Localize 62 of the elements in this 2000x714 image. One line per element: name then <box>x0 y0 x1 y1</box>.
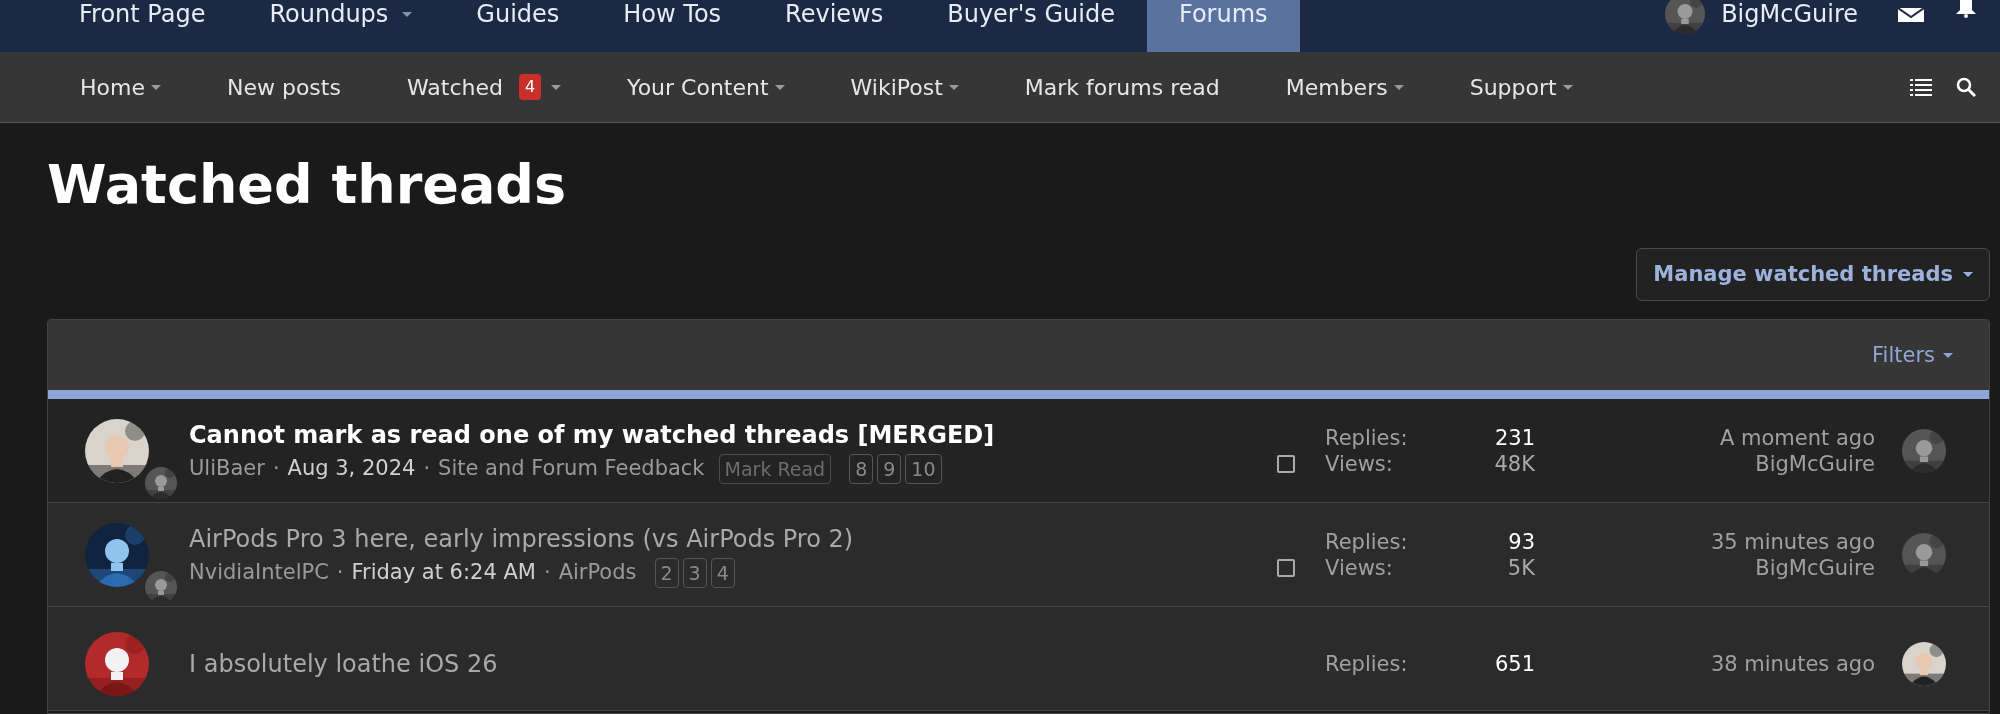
last-post-time: A moment ago <box>1719 424 1875 451</box>
post-date: Aug 3, 2024 <box>287 455 416 483</box>
separator: · <box>271 455 281 483</box>
bell-icon[interactable] <box>1956 0 1976 18</box>
author-link[interactable]: NvidiaIntelPC <box>189 557 329 589</box>
page-title: Watched threads <box>47 153 568 218</box>
stat-label: Replies: <box>1325 424 1409 451</box>
last-post-time: 38 minutes ago <box>1709 650 1875 677</box>
post-date: Friday at 6:24 AM <box>351 559 536 587</box>
stat-value: 231 <box>1493 424 1535 451</box>
nav-link[interactable]: Support <box>1436 52 1606 122</box>
page-link[interactable]: 8 <box>849 453 874 485</box>
filters-button[interactable]: Filters <box>1866 338 1959 373</box>
nav-tab[interactable]: Buyer's Guide <box>915 0 1147 52</box>
stat-value: 93 <box>1507 528 1535 555</box>
count-badge: 4 <box>518 74 542 100</box>
stat-value: 48K <box>1493 450 1535 478</box>
author-link[interactable]: UliBaer <box>189 453 265 485</box>
separator: · <box>335 559 345 587</box>
stat-value: 5K <box>1506 554 1535 582</box>
nav-link[interactable]: Mark forums read <box>991 52 1253 122</box>
mail-icon[interactable] <box>1898 8 1924 22</box>
page-link[interactable]: 4 <box>710 557 735 589</box>
stat-value: 651 <box>1493 650 1535 677</box>
nav-tab[interactable]: Roundups <box>237 0 445 52</box>
user-link[interactable]: BigMcGuire <box>1721 2 1858 26</box>
stat-label: Views: <box>1325 450 1394 478</box>
list-icon[interactable] <box>1910 78 1932 96</box>
nav-tab[interactable]: Forums <box>1146 0 1300 52</box>
last-post-time: 35 minutes ago <box>1709 528 1875 555</box>
caret-icon <box>1963 272 1973 278</box>
forum-link[interactable]: AirPods <box>558 557 637 589</box>
nav-link[interactable]: Members <box>1252 52 1437 122</box>
nav-tab[interactable]: Reviews <box>753 0 916 52</box>
manage-button[interactable]: Manage watched threads <box>1636 247 1990 302</box>
stat-label: Views: <box>1325 554 1394 582</box>
checkbox[interactable] <box>1277 558 1295 577</box>
page-link[interactable]: 9 <box>877 453 902 485</box>
last-poster-link[interactable]: BigMcGuire <box>1545 450 1875 478</box>
nav-link[interactable]: Your Content <box>594 52 818 122</box>
thread-title[interactable]: I absolutely loathe iOS 26 <box>189 645 1277 682</box>
last-poster-link[interactable]: BigMcGuire <box>1545 554 1875 582</box>
thread-title[interactable]: Cannot mark as read one of my watched threads [MERGED] <box>189 417 1277 454</box>
page-link[interactable]: 2 <box>654 557 679 589</box>
nav-link[interactable]: Home <box>47 52 194 122</box>
page-link[interactable]: 3 <box>682 557 707 589</box>
separator: · <box>542 559 552 587</box>
search-icon[interactable] <box>1956 77 1976 97</box>
nav-link[interactable]: Watched 4 <box>373 52 595 122</box>
stat-label: Replies: <box>1325 528 1409 555</box>
checkbox[interactable] <box>1277 454 1295 473</box>
separator: · <box>422 455 432 483</box>
nav-link[interactable]: New posts <box>193 52 374 122</box>
nav-link[interactable]: WikiPost <box>817 52 992 122</box>
nav-tab[interactable]: Front Page <box>47 0 238 52</box>
thread-title[interactable]: AirPods Pro 3 here, early impressions (vs AirPods Pro 2) <box>189 521 1277 558</box>
stat-label: Replies: <box>1325 650 1409 677</box>
page-link[interactable]: 10 <box>905 453 942 485</box>
nav-tab[interactable]: How Tos <box>591 0 754 52</box>
forum-link[interactable]: Site and Forum Feedback <box>438 453 705 485</box>
nav-tab[interactable]: Guides <box>444 0 592 52</box>
caret-icon <box>1943 352 1953 358</box>
